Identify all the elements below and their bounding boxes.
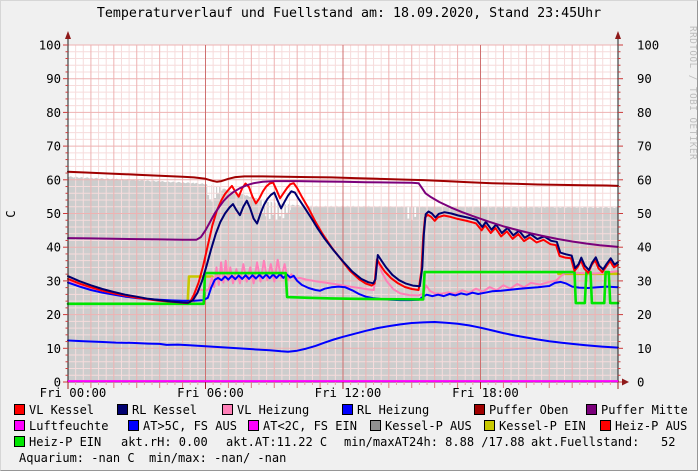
legend-item-kessel-p-ein: Kessel-P EIN — [484, 420, 586, 433]
legend-label: akt.AT:11.22 C — [226, 435, 327, 449]
y-tick-label-right: 70 — [637, 140, 652, 154]
y-tick-label-left: 20 — [46, 308, 61, 322]
legend-swatch — [474, 404, 485, 415]
notch — [286, 204, 288, 213]
y-tick-label-right: 100 — [637, 39, 659, 53]
y-tick-label-left: 30 — [46, 274, 61, 288]
legend-swatch — [117, 404, 128, 415]
legend-item-akt-fuellstand-52: akt.Fuellstand: 52 — [531, 436, 676, 449]
legend-label: Luftfeuchte — [29, 419, 108, 433]
notch — [407, 206, 409, 219]
legend-label: Puffer Mitte — [601, 403, 688, 417]
legend-label: min/maxAT24h: 8.88 /17.88 — [344, 435, 525, 449]
legend-label: RL Heizung — [357, 403, 429, 417]
y-tick-label-left: 10 — [46, 342, 61, 356]
legend-label: Aquarium: -nan C min/max: -nan/ -nan — [19, 451, 286, 465]
legend-item-vl-heizung: VL Heizung — [222, 404, 309, 417]
legend-swatch — [222, 404, 233, 415]
legend-item-puffer-oben: Puffer Oben — [474, 404, 568, 417]
legend-item-kessel-p-aus: Kessel-P AUS — [370, 420, 472, 433]
legend-label: Heiz-P AUS — [615, 419, 687, 433]
legend-item-rl-kessel: RL Kessel — [117, 404, 197, 417]
y-tick-label-left: 100 — [39, 39, 61, 53]
legend-swatch — [600, 420, 611, 431]
notch — [414, 206, 416, 217]
notch — [269, 201, 271, 219]
legend-swatch — [586, 404, 597, 415]
y-tick-label-left: 50 — [46, 207, 61, 221]
x-tick-label: Fri 12:00 — [315, 386, 382, 400]
y-tick-label-right: 50 — [637, 207, 652, 221]
x-tick-label: Fri 06:00 — [177, 386, 244, 400]
y-tick-label-right: 30 — [637, 274, 652, 288]
notch — [272, 202, 274, 215]
y-tick-label-right: 40 — [637, 241, 652, 255]
legend-label: AT<2C, FS EIN — [263, 419, 357, 433]
legend-item-akt-rh-0-00: akt.rH: 0.00 — [121, 436, 208, 449]
legend-item-heiz-p-ein: Heiz-P EIN — [14, 436, 101, 449]
legend-item-puffer-mitte: Puffer Mitte — [586, 404, 688, 417]
rrd-graph-window: Temperaturverlauf und Fuellstand am: 18.… — [0, 0, 698, 471]
y-tick-label-left: 80 — [46, 106, 61, 120]
legend-item-luftfeuchte: Luftfeuchte — [14, 420, 108, 433]
legend-swatch — [370, 420, 381, 431]
notch — [276, 202, 278, 219]
legend-item-aquarium-nan-c-min-max-nan-nan: Aquarium: -nan C min/max: -nan/ -nan — [19, 452, 286, 465]
legend-swatch — [342, 404, 353, 415]
legend-item-at-2c-fs-ein: AT<2C, FS EIN — [248, 420, 357, 433]
y-tick-label-right: 20 — [637, 308, 652, 322]
legend-item-rl-heizung: RL Heizung — [342, 404, 429, 417]
legend-swatch — [14, 436, 25, 447]
x-axis-labels: Fri 00:00 Fri 06:00 Fri 12:00 Fri 18:00 — [40, 386, 519, 400]
y-tick-label-right: 10 — [637, 342, 652, 356]
legend-label: VL Kessel — [29, 403, 94, 417]
notch — [217, 187, 219, 194]
y-tick-label-right: 0 — [637, 376, 644, 390]
legend-label: akt.Fuellstand: 52 — [531, 435, 676, 449]
legend-item-akt-at-11-22-c: akt.AT:11.22 C — [226, 436, 327, 449]
legend-label: AT>5C, FS AUS — [143, 419, 237, 433]
legend-item-heiz-p-aus: Heiz-P AUS — [600, 420, 687, 433]
legend-swatch — [484, 420, 495, 431]
legend-label: Kessel-P AUS — [385, 419, 472, 433]
y-tick-label-right: 90 — [637, 72, 652, 86]
y-tick-label-right: 80 — [637, 106, 652, 120]
legend-label: RL Kessel — [132, 403, 197, 417]
legend-row: Luftfeuchte AT>5C, FS AUS AT<2C, FS EIN Kes… — [1, 420, 697, 434]
legend-label: Puffer Oben — [489, 403, 568, 417]
rrdtool-watermark: RRDTOOL / TOBI OETIKER — [687, 26, 698, 160]
y-tick-label-left: 90 — [46, 72, 61, 86]
legend-item-at-5c-fs-aus: AT>5C, FS AUS — [128, 420, 237, 433]
y-tick-label-left: 40 — [46, 241, 61, 255]
legend-row: VL Kessel RL Kessel VL Heizung RL Heizung Pu… — [1, 404, 697, 418]
legend-label: VL Heizung — [237, 403, 309, 417]
y-tick-label-left: 70 — [46, 140, 61, 154]
legend-swatch — [14, 420, 25, 431]
y-tick-label-right: 60 — [637, 173, 652, 187]
x-tick-label: Fri 18:00 — [452, 386, 519, 400]
legend-item-vl-kessel: VL Kessel — [14, 404, 94, 417]
legend-swatch — [128, 420, 139, 431]
temperature-chart: 0010102020303040405050606070708080909010… — [1, 1, 698, 401]
legend-label: akt.rH: 0.00 — [121, 435, 208, 449]
y-axis-unit-label: C — [4, 210, 18, 217]
legend-swatch — [14, 404, 25, 415]
legend-row: Heiz-P EIN akt.rH: 0.00 akt.AT:11.22 C min/… — [1, 436, 697, 450]
x-tick-label: Fri 00:00 — [40, 386, 107, 400]
legend-item-min-maxat24h-8-88-17-88: min/maxAT24h: 8.88 /17.88 — [344, 436, 525, 449]
legend-label: Kessel-P EIN — [499, 419, 586, 433]
legend-row: Aquarium: -nan C min/max: -nan/ -nan — [1, 452, 697, 466]
notch — [214, 186, 216, 198]
legend-swatch — [248, 420, 259, 431]
legend-label: Heiz-P EIN — [29, 435, 101, 449]
y-tick-label-left: 60 — [46, 173, 61, 187]
